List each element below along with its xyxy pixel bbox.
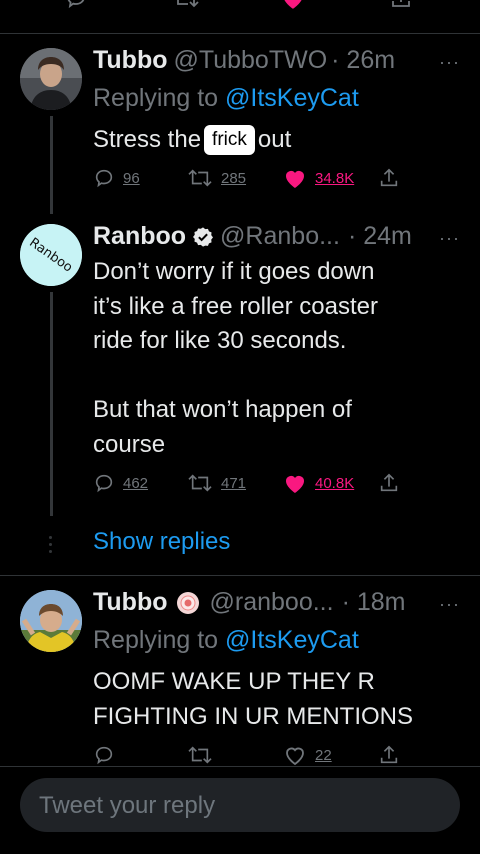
text-after: out — [257, 126, 292, 153]
reply-icon — [95, 474, 113, 493]
verified-badge-icon — [193, 226, 214, 247]
censored-word-badge: frick — [204, 125, 255, 155]
tweet-text: OOMF WAKE UP THEY R FIGHTING IN UR MENTI… — [93, 665, 463, 734]
divider — [0, 766, 480, 767]
replying-to: Replying to @ItsKeyCat — [93, 84, 359, 113]
mention-link[interactable]: @ItsKeyCat — [225, 84, 359, 112]
text-line: But that won’t happen of — [93, 396, 352, 423]
timestamp: · 18m — [341, 588, 406, 616]
handle[interactable]: @TubboTWO — [174, 46, 328, 75]
like-button[interactable]: 34.8K — [283, 167, 354, 189]
like-button[interactable]: 40.8K — [283, 472, 354, 494]
avatar-ranboo-logo: Ranboo — [20, 224, 82, 286]
retweet-icon — [188, 474, 212, 492]
avatar-image-icon — [20, 48, 82, 110]
display-name[interactable]: Tubbo — [93, 46, 168, 75]
retweet-icon — [188, 169, 212, 187]
replying-prefix: Replying to — [93, 626, 219, 654]
tweet-tubbo-2[interactable]: Tubbo @ranboo... · 18m ··· Replying to @… — [0, 576, 480, 766]
timestamp: · 24m — [347, 222, 412, 250]
retweet-icon — [188, 746, 212, 764]
share-icon — [380, 168, 398, 187]
avatar[interactable]: Ranboo — [20, 224, 82, 286]
text-line: Don’t worry if it goes down — [93, 258, 375, 285]
retweet-count: 471 — [221, 474, 247, 492]
tweet-header: Tubbo @ranboo... · 18m — [93, 588, 405, 617]
more-options-icon[interactable]: ··· — [439, 594, 460, 615]
tweet-text: Don’t worry if it goes down it’s like a … — [93, 255, 463, 462]
tweet-actions: 462 471 40.8K — [93, 472, 423, 500]
avatar[interactable] — [20, 48, 82, 110]
retweet-count: 285 — [221, 169, 247, 187]
handle[interactable]: @ranboo... — [210, 588, 334, 617]
like-count: 40.8K — [315, 474, 355, 492]
more-options-icon[interactable]: ··· — [439, 52, 460, 73]
thread-dots — [49, 536, 52, 557]
like-count: 34.8K — [315, 169, 355, 187]
text-line: OOMF WAKE UP THEY R — [93, 668, 375, 695]
text-line: ride for like 30 seconds. — [93, 327, 347, 354]
tweet-header: Tubbo @TubboTWO · 26m — [93, 46, 395, 75]
tweet-ranboo[interactable]: Ranboo Ranboo @Ranbo... · 24m ··· Don’t … — [0, 200, 480, 520]
reply-button[interactable]: 96 — [93, 167, 140, 189]
share-button[interactable] — [378, 744, 408, 766]
text-line: course — [93, 430, 166, 458]
reply-icon — [95, 746, 113, 765]
text-line — [93, 359, 463, 394]
display-name[interactable]: Tubbo — [93, 588, 168, 617]
text-line: FIGHTING IN UR MENTIONS — [93, 702, 413, 730]
reply-count: 96 — [123, 169, 140, 187]
retweet-button[interactable]: 471 — [187, 472, 246, 494]
text-before: Stress the — [93, 126, 202, 153]
share-button[interactable] — [378, 472, 408, 494]
avatar[interactable] — [20, 590, 82, 652]
tweet-tubbo-1[interactable]: Tubbo @TubboTWO · 26m ··· Replying to @I… — [0, 0, 480, 214]
avatar-image-icon — [20, 590, 82, 652]
display-name[interactable]: Ranboo — [93, 222, 186, 251]
tweet-actions: 22 — [93, 744, 423, 772]
retweet-button[interactable] — [187, 744, 221, 766]
thread-line — [50, 292, 53, 516]
text-line: it’s like a free roller coaster — [93, 292, 378, 320]
timestamp: · 26m — [331, 46, 396, 74]
more-options-icon[interactable]: ··· — [439, 228, 460, 249]
like-button[interactable]: 22 — [283, 744, 332, 766]
reply-button[interactable] — [93, 744, 123, 766]
reply-count: 462 — [123, 474, 149, 492]
retweet-button[interactable]: 285 — [187, 167, 246, 189]
share-icon — [380, 745, 398, 764]
replying-prefix: Replying to — [93, 84, 219, 112]
share-icon — [380, 473, 398, 492]
heart-filled-icon — [286, 476, 304, 493]
tweet-actions: 96 285 34.8K — [93, 167, 423, 195]
reply-icon — [95, 169, 113, 188]
mention-link[interactable]: @ItsKeyCat — [225, 626, 359, 654]
heart-filled-icon — [286, 171, 304, 188]
heart-outline-icon — [286, 747, 304, 766]
replying-to: Replying to @ItsKeyCat — [93, 626, 359, 655]
like-count: 22 — [315, 746, 332, 764]
tweet-text: Stress the frick out — [93, 123, 463, 158]
show-replies-link[interactable]: Show replies — [93, 528, 230, 556]
reply-input[interactable] — [37, 788, 441, 824]
tweet-header: Ranboo @Ranbo... · 24m — [93, 222, 412, 251]
reply-button[interactable]: 462 — [93, 472, 148, 494]
share-button[interactable] — [378, 167, 408, 189]
handle[interactable]: @Ranbo... — [220, 222, 340, 251]
reply-compose-box[interactable] — [20, 778, 460, 832]
flower-emoji-icon — [176, 591, 199, 614]
